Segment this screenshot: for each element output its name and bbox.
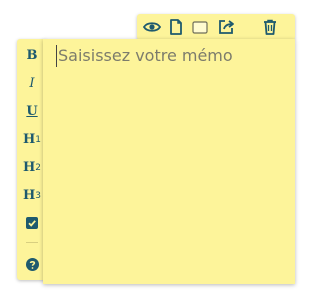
trash-icon[interactable]: [261, 18, 279, 36]
help-icon: [25, 257, 39, 271]
share-icon[interactable]: [217, 18, 235, 36]
color-swatch-icon[interactable]: [191, 18, 209, 36]
heading2-level: 2: [35, 163, 42, 173]
heading2-letter: H: [22, 159, 36, 175]
heading1-letter: H: [22, 131, 36, 147]
document-icon[interactable]: [167, 18, 185, 36]
memo-input[interactable]: Saisissez votre mémo: [56, 45, 290, 67]
checkbox-icon: [26, 217, 38, 229]
underline-label: U: [26, 103, 38, 119]
heading3-level: 3: [35, 191, 42, 201]
toolbar-divider: [26, 242, 38, 243]
memo-note: [43, 39, 295, 284]
heading3-letter: H: [22, 187, 36, 203]
heading1-level: 1: [35, 135, 42, 145]
note-controls-bar: [137, 14, 295, 40]
bold-label: B: [26, 47, 38, 63]
italic-label: I: [29, 75, 35, 91]
eye-icon[interactable]: [143, 18, 161, 36]
